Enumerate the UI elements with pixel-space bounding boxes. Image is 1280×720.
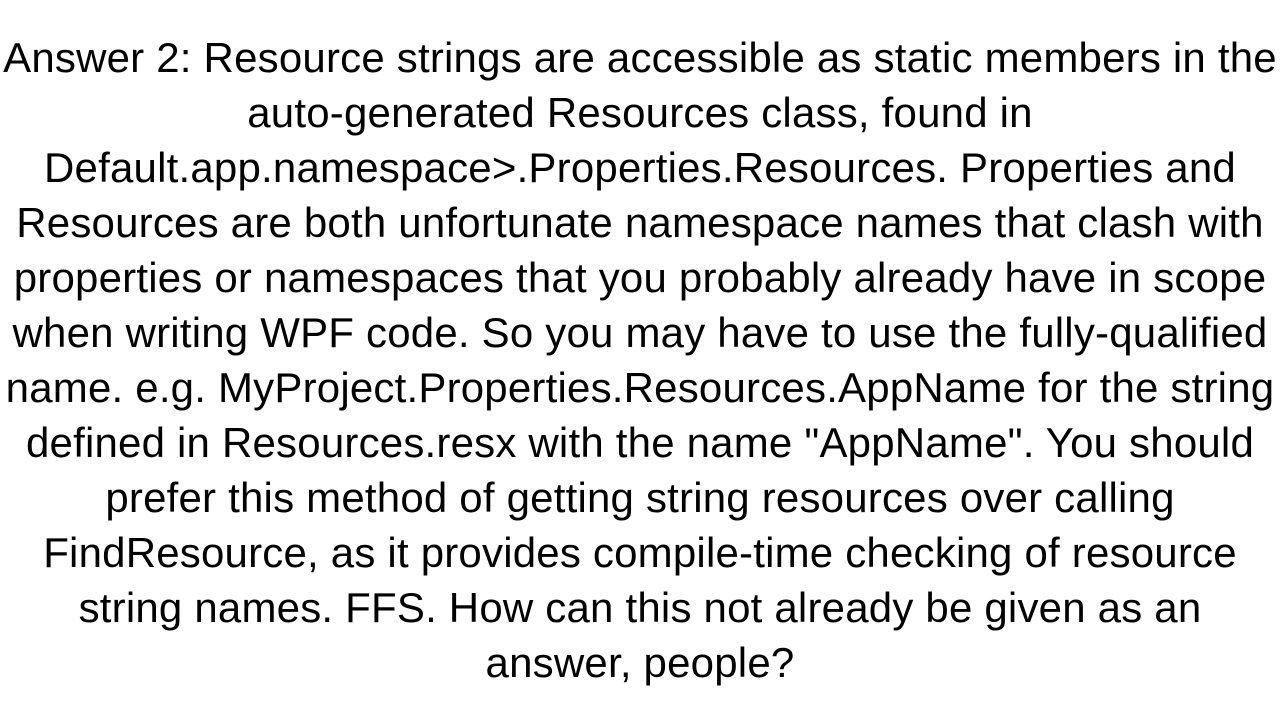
answer-body: Resource strings are accessible as stati… bbox=[6, 34, 1277, 686]
answer-label: Answer 2: bbox=[3, 34, 192, 81]
answer-text-block: Answer 2: Resource strings are accessibl… bbox=[0, 30, 1280, 690]
